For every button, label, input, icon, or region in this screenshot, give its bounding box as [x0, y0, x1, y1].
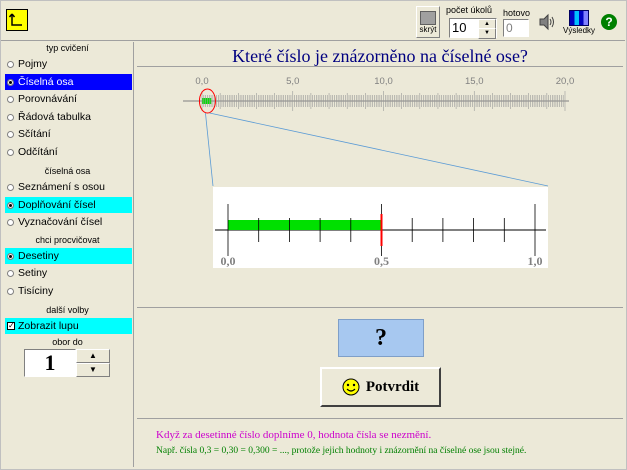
range-value[interactable]: 1: [24, 349, 76, 377]
option-porovnavani[interactable]: Porovnávání: [5, 91, 132, 107]
zoom-connector: [205, 112, 214, 187]
option-seznameni-s-osou[interactable]: Seznámení s osou: [5, 179, 132, 195]
task-count-label: počet úkolů: [446, 5, 493, 15]
axis-label: 15,0: [465, 76, 484, 87]
zoom-bar: [228, 220, 382, 230]
range-label: obor do: [52, 337, 83, 347]
hide-button[interactable]: skrýt: [416, 6, 440, 38]
done-label: hotovo: [503, 8, 531, 18]
zoomed-number-line: 0,0 0,5 1,0: [205, 112, 549, 268]
section-title-practice: chci procvičovat: [35, 235, 100, 245]
task-count-stepper[interactable]: 10 ▲ ▼: [449, 18, 497, 39]
magnifier-checkbox[interactable]: Zobrazit lupu: [5, 318, 132, 334]
option-tisiciny[interactable]: Tisíciny: [5, 283, 132, 299]
answer-input-button[interactable]: ?: [338, 319, 424, 357]
option-odcitani[interactable]: Odčítání: [5, 144, 132, 160]
back-folder-icon[interactable]: [6, 9, 28, 31]
section-title-exercise-type: typ cvičení: [46, 43, 89, 53]
option-vyznacovani-cisel[interactable]: Vyznačování čísel: [5, 214, 132, 230]
question-text: Které číslo je znázorněno na číselné ose…: [232, 46, 528, 66]
sidebar: typ cvičení Pojmy Číselná osa Porovnáván…: [1, 42, 134, 467]
option-pojmy[interactable]: Pojmy: [5, 56, 132, 72]
results-label: Výsledky: [563, 25, 596, 35]
zoom-connector: [209, 112, 549, 187]
section-title-number-line: číselná osa: [44, 166, 91, 176]
axis-bar: [202, 98, 212, 104]
speaker-icon[interactable]: [538, 13, 556, 31]
axis-label: 5,0: [286, 76, 299, 87]
option-radova-tabulka[interactable]: Řádová tabulka: [5, 109, 132, 125]
axis-label: 10,0: [374, 76, 393, 87]
range-down-icon[interactable]: ▼: [76, 363, 110, 377]
confirm-label: Potvrdit: [365, 378, 420, 395]
help-icon[interactable]: ?: [601, 14, 617, 30]
hide-label: skrýt: [419, 24, 437, 34]
main-number-line: 0,0 5,0 10,0 15,0 20,0: [183, 76, 575, 114]
hide-icon: [420, 10, 436, 25]
number-line-figure: 0,0 5,0 10,0 15,0 20,0 0,0 0,5 1,0: [183, 76, 575, 268]
results-chart-icon: [569, 9, 589, 26]
divider: [137, 418, 623, 419]
range-stepper[interactable]: ▲ ▼: [76, 349, 110, 377]
confirm-button[interactable]: Potvrdit: [320, 367, 441, 407]
done-field: 0: [503, 19, 529, 37]
option-scitani[interactable]: Sčítání: [5, 126, 132, 142]
hint-text-1: Když za desetinné číslo doplníme 0, hodn…: [156, 429, 432, 441]
results-button[interactable]: Výsledky: [563, 6, 596, 38]
option-setiny[interactable]: Setiny: [5, 265, 132, 281]
zoom-label: 1,0: [528, 254, 543, 268]
stepper-down-icon[interactable]: ▼: [478, 28, 496, 39]
smiley-icon: [342, 378, 360, 396]
option-doplnovani-cisel[interactable]: Doplňování čísel: [5, 197, 132, 213]
zoom-label: 0,5: [374, 254, 389, 268]
toolbar: [1, 1, 625, 41]
option-ciselna-osa[interactable]: Číselná osa: [5, 74, 132, 90]
section-title-more-options: další volby: [46, 305, 89, 315]
option-desetiny[interactable]: Desetiny: [5, 248, 132, 264]
zoom-label: 0,0: [221, 254, 236, 268]
axis-label: 20,0: [556, 76, 575, 87]
range-up-icon[interactable]: ▲: [76, 349, 110, 363]
axis-label: 0,0: [195, 76, 208, 87]
hint-text-2: Např. čísla 0,3 = 0,30 = 0,300 = ..., pr…: [156, 446, 527, 456]
divider: [137, 307, 623, 308]
